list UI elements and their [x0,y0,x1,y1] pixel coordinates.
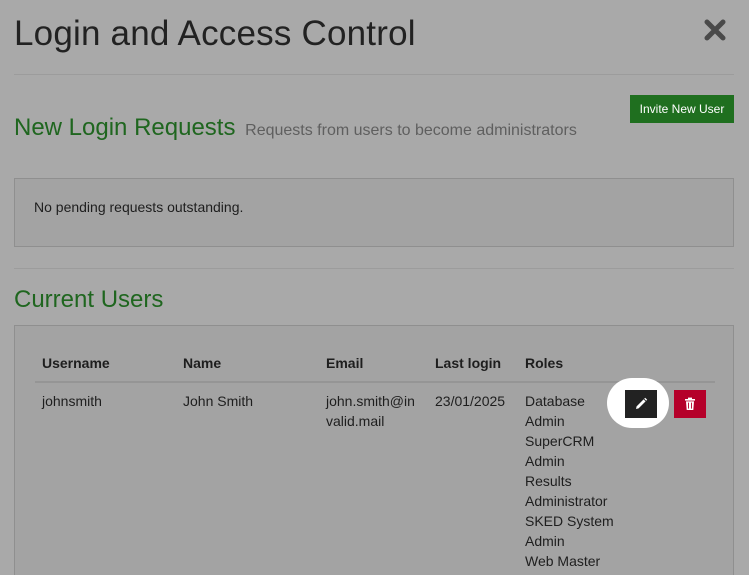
section-title: New Login Requests [14,114,236,141]
delete-user-button[interactable] [674,390,706,418]
column-header-name: Name [183,355,222,371]
trash-icon [685,397,695,410]
current-users-heading: Current Users [14,286,164,313]
role-item: Results Administrator [525,473,608,509]
cell-roles: Database Admin SuperCRM Admin Results Ad… [525,391,615,571]
role-item: SuperCRM Admin [525,433,595,469]
cell-last-login: 23/01/2025 [435,393,506,409]
column-header-username: Username [42,355,110,371]
invite-new-user-button[interactable]: Invite New User [630,95,734,123]
users-panel: Username Name Email Last login Roles joh… [14,325,734,575]
divider [14,268,734,269]
role-item: SKED System Admin [525,513,614,549]
pencil-icon [636,397,648,409]
role-item: Database Admin [525,393,585,429]
section-subtitle: Requests from users to become administra… [245,122,577,139]
requests-panel: No pending requests outstanding. [14,178,734,247]
column-header-email: Email [326,355,364,371]
divider [14,74,734,75]
new-login-requests-heading: New Login Requests Requests from users t… [14,114,577,142]
cell-username: johnsmith [42,393,102,409]
close-button[interactable] [702,17,728,43]
cell-email: john.smith@invalid.mail [326,393,415,429]
page-title: Login and Access Control [14,14,416,53]
empty-requests-message: No pending requests outstanding. [34,199,244,215]
role-item: Web Master [525,553,601,569]
table-header-divider [35,381,715,383]
column-header-last-login: Last login [435,355,502,371]
login-access-control-dialog: Login and Access Control Invite New User… [0,0,749,575]
edit-user-button[interactable] [625,390,657,418]
close-icon [704,19,726,41]
cell-name: John Smith [183,393,254,409]
column-header-roles: Roles [525,355,564,371]
